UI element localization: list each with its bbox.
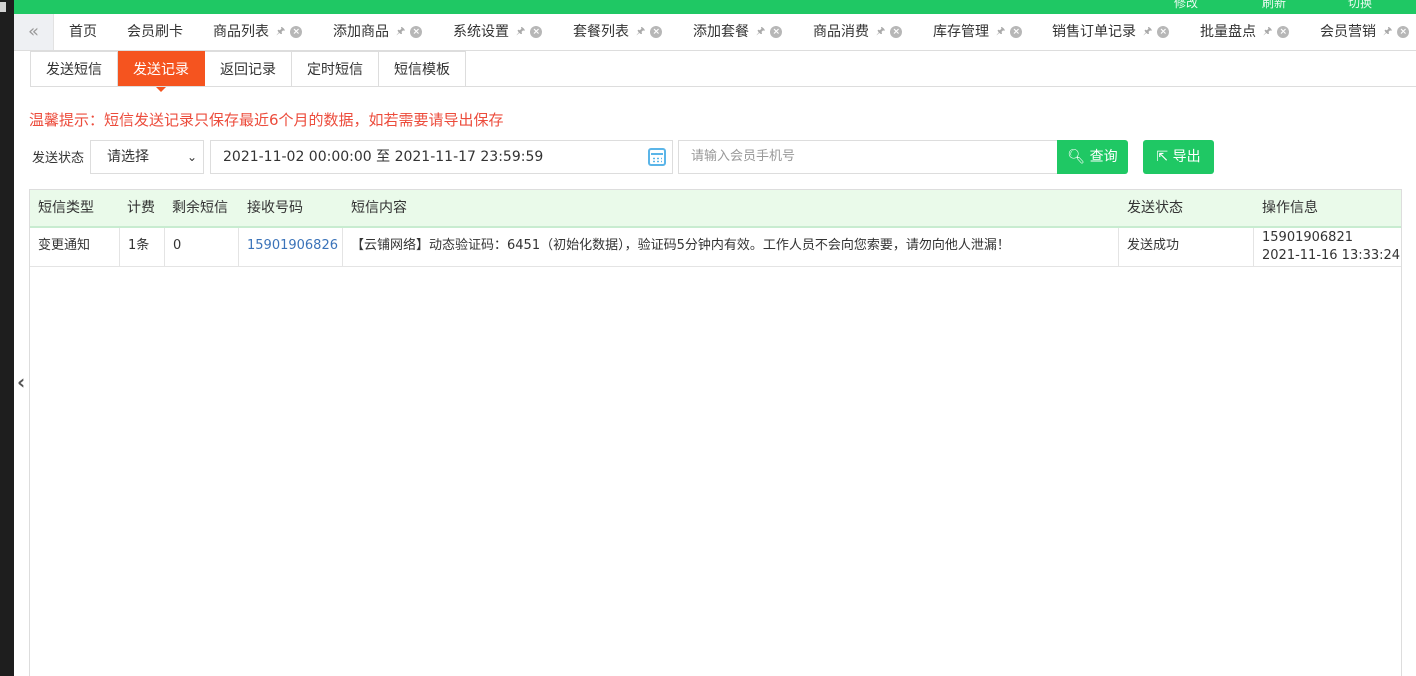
close-icon[interactable]: × <box>890 26 903 38</box>
cell-phone-link[interactable]: 15901906826 <box>239 228 343 266</box>
tab-package-list[interactable]: 套餐列表 🖈 × <box>573 13 663 51</box>
chevron-down-icon: ⌄ <box>186 150 197 164</box>
close-icon[interactable]: × <box>650 26 663 38</box>
close-icon[interactable]: × <box>1277 26 1290 38</box>
topbar-item-switch[interactable]: 切换 <box>1348 0 1372 11</box>
cell-fee: 1条 <box>120 228 165 266</box>
date-range-value: 2021-11-02 00:00:00 至 2021-11-17 23:59:5… <box>223 149 544 165</box>
tab-label: 套餐列表 <box>573 24 629 40</box>
header-remaining: 剩余短信 <box>172 200 228 216</box>
tab-label: 首页 <box>69 24 97 40</box>
table-row[interactable]: 变更通知 1条 0 15901906826 【云铺网络】动态验证码：6451（初… <box>30 228 1401 267</box>
cell-status: 发送成功 <box>1119 228 1254 266</box>
pin-icon[interactable]: 🖈 <box>876 13 885 51</box>
cell-remaining: 0 <box>165 228 239 266</box>
subtab-sms-templates[interactable]: 短信模板 <box>379 51 466 87</box>
calendar-icon[interactable] <box>648 148 666 166</box>
operation-time: 2021-11-16 13:33:24 <box>1262 248 1401 263</box>
pin-icon[interactable]: 🖈 <box>516 13 525 51</box>
sms-records-table: 短信类型 计费 剩余短信 接收号码 短信内容 发送状态 操作信息 变更通知 1条… <box>29 189 1402 676</box>
close-icon[interactable]: × <box>770 26 783 38</box>
close-icon[interactable]: × <box>1157 26 1170 38</box>
pin-icon[interactable]: 🖈 <box>1263 13 1272 51</box>
header-content: 短信内容 <box>351 200 407 216</box>
tab-label: 商品列表 <box>213 24 269 40</box>
tab-inventory[interactable]: 库存管理 🖈 × <box>933 13 1023 51</box>
top-header-bar: 修改 刷新 切换 <box>14 0 1416 14</box>
table-header: 短信类型 计费 剩余短信 接收号码 短信内容 发送状态 操作信息 <box>30 190 1401 228</box>
tab-label: 批量盘点 <box>1200 24 1256 40</box>
retention-notice: 温馨提示：短信发送记录只保存最近6个月的数据，如若需要请导出保存 <box>29 111 504 129</box>
tab-label: 会员刷卡 <box>127 24 183 40</box>
close-icon[interactable]: × <box>1010 26 1023 38</box>
close-icon[interactable]: × <box>410 26 423 38</box>
cell-sms-type: 变更通知 <box>30 228 120 266</box>
pin-icon[interactable]: 🖈 <box>1143 13 1152 51</box>
tab-member-card[interactable]: 会员刷卡 <box>127 14 183 50</box>
search-icon: 🔍︎ <box>1067 149 1086 165</box>
page-tab-bar: « 首页 会员刷卡 商品列表 🖈 × 添加商品 🖈 × 系统设置 🖈 × 套餐列表 🖈 × 添加… <box>14 14 1416 51</box>
pin-icon[interactable]: 🖈 <box>636 13 645 51</box>
pin-icon[interactable]: 🖈 <box>396 13 405 51</box>
export-button[interactable]: ⇱ 导出 <box>1143 140 1214 174</box>
tab-batch-stocktake[interactable]: 批量盘点 🖈 × <box>1200 13 1290 51</box>
subtab-send-sms[interactable]: 发送短信 <box>30 51 118 87</box>
export-button-label: 导出 <box>1172 149 1201 165</box>
tab-label: 系统设置 <box>453 24 509 40</box>
tab-sales-orders[interactable]: 销售订单记录 🖈 × <box>1052 13 1170 51</box>
tab-product-list[interactable]: 商品列表 🖈 × <box>213 13 303 51</box>
tab-label: 添加套餐 <box>693 24 749 40</box>
query-button[interactable]: 🔍︎ 查询 <box>1057 140 1128 174</box>
header-sms-type: 短信类型 <box>38 200 94 216</box>
tab-member-marketing[interactable]: 会员营销 🖈 × <box>1320 13 1410 51</box>
header-phone: 接收号码 <box>247 200 303 216</box>
status-select-value: 请选择 <box>107 149 149 165</box>
operator-phone: 15901906821 <box>1262 230 1353 245</box>
tab-label: 库存管理 <box>933 24 989 40</box>
pin-icon[interactable]: 🖈 <box>756 13 765 51</box>
tab-scroll-left-button[interactable]: « <box>14 14 54 50</box>
close-icon[interactable]: × <box>1397 26 1410 38</box>
query-button-label: 查询 <box>1089 149 1118 165</box>
topbar-item-edit[interactable]: 修改 <box>1174 0 1198 11</box>
subtab-send-records[interactable]: 发送记录 <box>118 51 205 92</box>
share-icon: ⇱ <box>1156 149 1169 165</box>
tab-label: 商品消费 <box>813 24 869 40</box>
subtab-scheduled-sms[interactable]: 定时短信 <box>292 51 379 87</box>
date-range-input[interactable]: 2021-11-02 00:00:00 至 2021-11-17 23:59:5… <box>210 140 673 174</box>
tab-product-consumption[interactable]: 商品消费 🖈 × <box>813 13 903 51</box>
status-filter-label: 发送状态 <box>32 151 85 166</box>
subtab-return-records[interactable]: 返回记录 <box>205 51 292 87</box>
tab-label: 会员营销 <box>1320 24 1376 40</box>
left-window-strip <box>0 0 14 676</box>
tab-label: 添加商品 <box>333 24 389 40</box>
close-icon[interactable]: × <box>530 26 543 38</box>
strip-marker <box>0 2 6 12</box>
subtab-divider <box>30 86 1416 87</box>
tab-system-settings[interactable]: 系统设置 🖈 × <box>453 13 543 51</box>
cell-content: 【云铺网络】动态验证码：6451（初始化数据），验证码5分钟内有效。工作人员不会… <box>343 228 1119 266</box>
status-select[interactable]: 请选择 ⌄ <box>90 140 204 174</box>
pin-icon[interactable]: 🖈 <box>1383 13 1392 51</box>
tab-label: 销售订单记录 <box>1052 24 1136 40</box>
cell-operation: 15901906821 2021-11-16 13:33:24 <box>1254 228 1402 266</box>
member-phone-input[interactable]: 请输入会员手机号 <box>678 140 1058 174</box>
tab-add-product[interactable]: 添加商品 🖈 × <box>333 13 423 51</box>
topbar-item-refresh[interactable]: 刷新 <box>1262 0 1286 11</box>
tab-add-package[interactable]: 添加套餐 🖈 × <box>693 13 783 51</box>
tab-home[interactable]: 首页 <box>69 14 97 50</box>
sms-subtabs: 发送短信 发送记录 返回记录 定时短信 短信模板 <box>30 51 466 92</box>
chevron-left-icon[interactable]: ‹ <box>17 370 25 394</box>
header-fee: 计费 <box>127 200 155 216</box>
pin-icon[interactable]: 🖈 <box>996 13 1005 51</box>
close-icon[interactable]: × <box>290 26 303 38</box>
header-status: 发送状态 <box>1127 200 1183 216</box>
header-operation: 操作信息 <box>1262 200 1318 216</box>
pin-icon[interactable]: 🖈 <box>276 13 285 51</box>
